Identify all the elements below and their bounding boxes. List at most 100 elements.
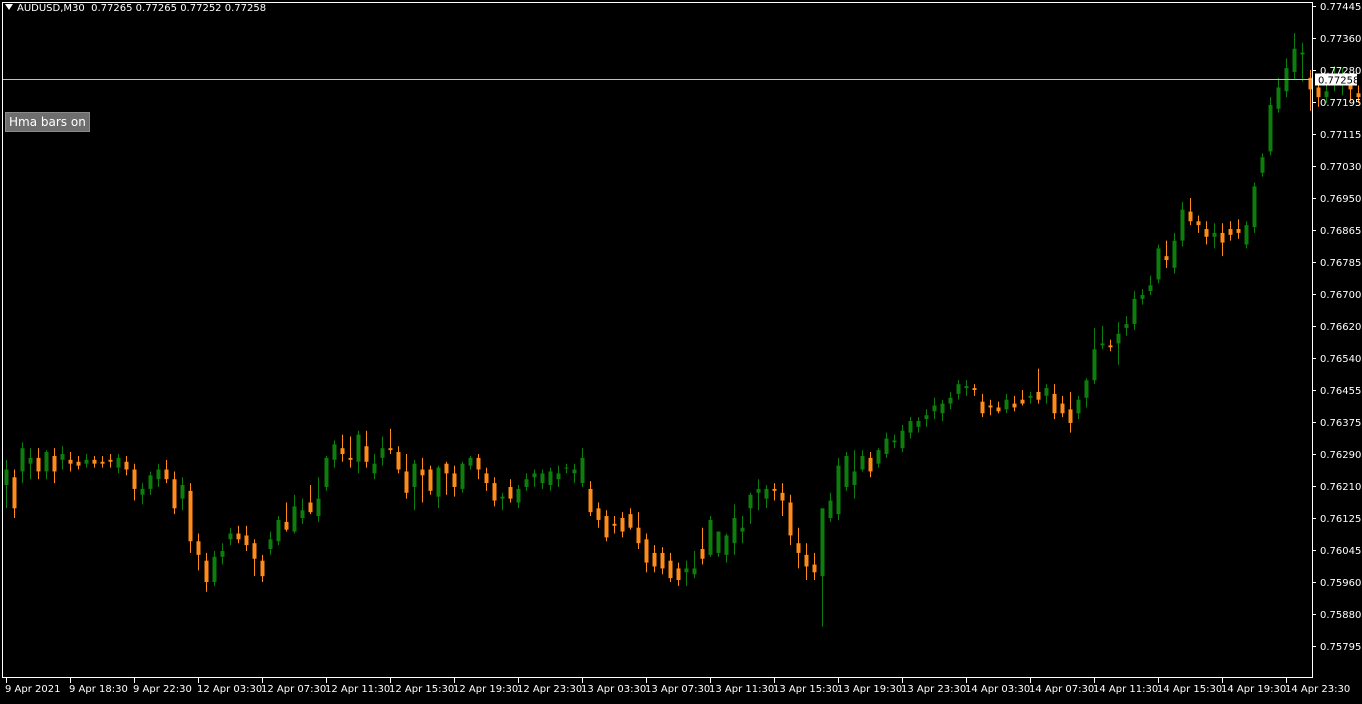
price-tick-label: 0.77195	[1320, 98, 1361, 109]
candle	[1245, 221, 1249, 248]
candle	[325, 456, 329, 491]
price-chart[interactable]: 0.774450.773600.772800.771950.771150.770…	[0, 0, 1362, 700]
candle-body	[957, 384, 961, 394]
candle-body	[1061, 404, 1065, 414]
hma-bars-toggle-button[interactable]: Hma bars on	[5, 112, 90, 132]
candle-body	[997, 407, 1001, 411]
candle-body	[213, 557, 217, 582]
candle-body	[613, 524, 617, 526]
candle-body	[525, 479, 529, 487]
candle-body	[877, 450, 881, 464]
candle-body	[285, 522, 289, 530]
time-tick-label: 9 Apr 18:30	[69, 684, 128, 695]
candle-body	[173, 479, 177, 508]
candle-body	[837, 466, 841, 514]
price-tick-label: 0.76290	[1320, 450, 1361, 461]
candle-body	[1117, 334, 1121, 344]
candle-body	[853, 471, 857, 485]
candle-body	[485, 473, 489, 483]
candle-body	[421, 470, 425, 476]
price-axis: 0.774450.773600.772800.771950.771150.770…	[1312, 2, 1361, 653]
time-tick-label: 13 Apr 23:30	[901, 684, 966, 695]
price-tick-label: 0.76620	[1320, 322, 1361, 333]
candle-body	[661, 553, 665, 569]
candle-body	[229, 534, 233, 540]
symbol-name: AUDUSD,M30	[17, 3, 85, 14]
candle-body	[309, 502, 313, 512]
candle-body	[69, 460, 73, 464]
collapse-triangle-icon[interactable]	[5, 4, 13, 10]
candle-body	[1325, 91, 1329, 97]
candle-body	[725, 535, 729, 554]
candle-body	[1165, 256, 1169, 260]
candle-body	[101, 462, 105, 464]
candle-body	[1317, 87, 1321, 97]
candle-body	[565, 468, 569, 469]
candle-body	[413, 464, 417, 487]
candle	[1253, 182, 1257, 232]
candle-body	[1109, 345, 1113, 347]
candle-body	[1157, 248, 1161, 279]
candle-body	[653, 553, 657, 567]
candle-body	[1277, 87, 1281, 108]
time-tick-label: 12 Apr 19:30	[453, 684, 518, 695]
chart-window[interactable]: 0.774450.773600.772800.771950.771150.770…	[0, 0, 1362, 700]
time-tick-label: 14 Apr 19:30	[1221, 684, 1286, 695]
candle-body	[181, 485, 185, 499]
price-tick-label: 0.76785	[1320, 258, 1361, 269]
time-tick-label: 14 Apr 23:30	[1285, 684, 1350, 695]
candle-body	[901, 431, 905, 448]
candle-body	[861, 456, 865, 470]
candle-body	[1221, 233, 1225, 243]
candle-body	[741, 528, 745, 532]
candle-body	[157, 470, 161, 480]
candle-body	[1301, 53, 1305, 55]
price-tick-label: 0.77360	[1320, 34, 1361, 45]
candle	[837, 458, 841, 520]
candle-body	[197, 541, 201, 555]
candle-body	[1229, 229, 1233, 235]
price-tick-label: 0.76125	[1320, 514, 1361, 525]
candle-body	[685, 568, 689, 572]
candle-body	[221, 551, 225, 557]
candle-body	[949, 398, 953, 404]
candle-body	[645, 539, 649, 562]
candle-body	[293, 506, 297, 531]
candle-body	[1173, 241, 1177, 268]
candle-body	[917, 421, 921, 427]
candle-body	[885, 438, 889, 454]
candle-body	[1245, 225, 1249, 244]
candle-body	[1013, 404, 1017, 408]
candle-body	[13, 477, 17, 508]
price-tick-label: 0.75795	[1320, 642, 1361, 653]
candle-body	[773, 489, 777, 491]
candle-body	[269, 539, 273, 549]
candle-body	[5, 470, 9, 486]
candle-body	[1093, 349, 1097, 380]
time-tick-label: 9 Apr 22:30	[133, 684, 192, 695]
candle-body	[573, 470, 577, 474]
candle-body	[1269, 105, 1273, 152]
candle-body	[405, 471, 409, 492]
time-tick-label: 13 Apr 07:30	[645, 684, 710, 695]
candle-body	[445, 464, 449, 474]
time-tick-label: 12 Apr 03:30	[197, 684, 262, 695]
time-tick-label: 14 Apr 07:30	[1029, 684, 1094, 695]
candle-body	[333, 444, 337, 460]
candle-body	[77, 462, 81, 466]
time-tick-label: 9 Apr 2021	[5, 684, 60, 695]
candle-body	[813, 565, 817, 573]
candle-body	[1125, 324, 1129, 328]
candle-body	[429, 470, 433, 491]
candle-body	[557, 473, 561, 479]
candle-body	[669, 561, 673, 578]
candle-body	[941, 404, 945, 414]
candle-body	[381, 448, 385, 458]
candle-body	[589, 489, 593, 512]
candle-body	[21, 448, 25, 471]
candle-body	[821, 508, 825, 576]
candle-body	[765, 489, 769, 499]
price-tick-label: 0.76865	[1320, 226, 1361, 237]
candle-body	[1141, 295, 1145, 299]
time-tick-label: 13 Apr 03:30	[581, 684, 646, 695]
